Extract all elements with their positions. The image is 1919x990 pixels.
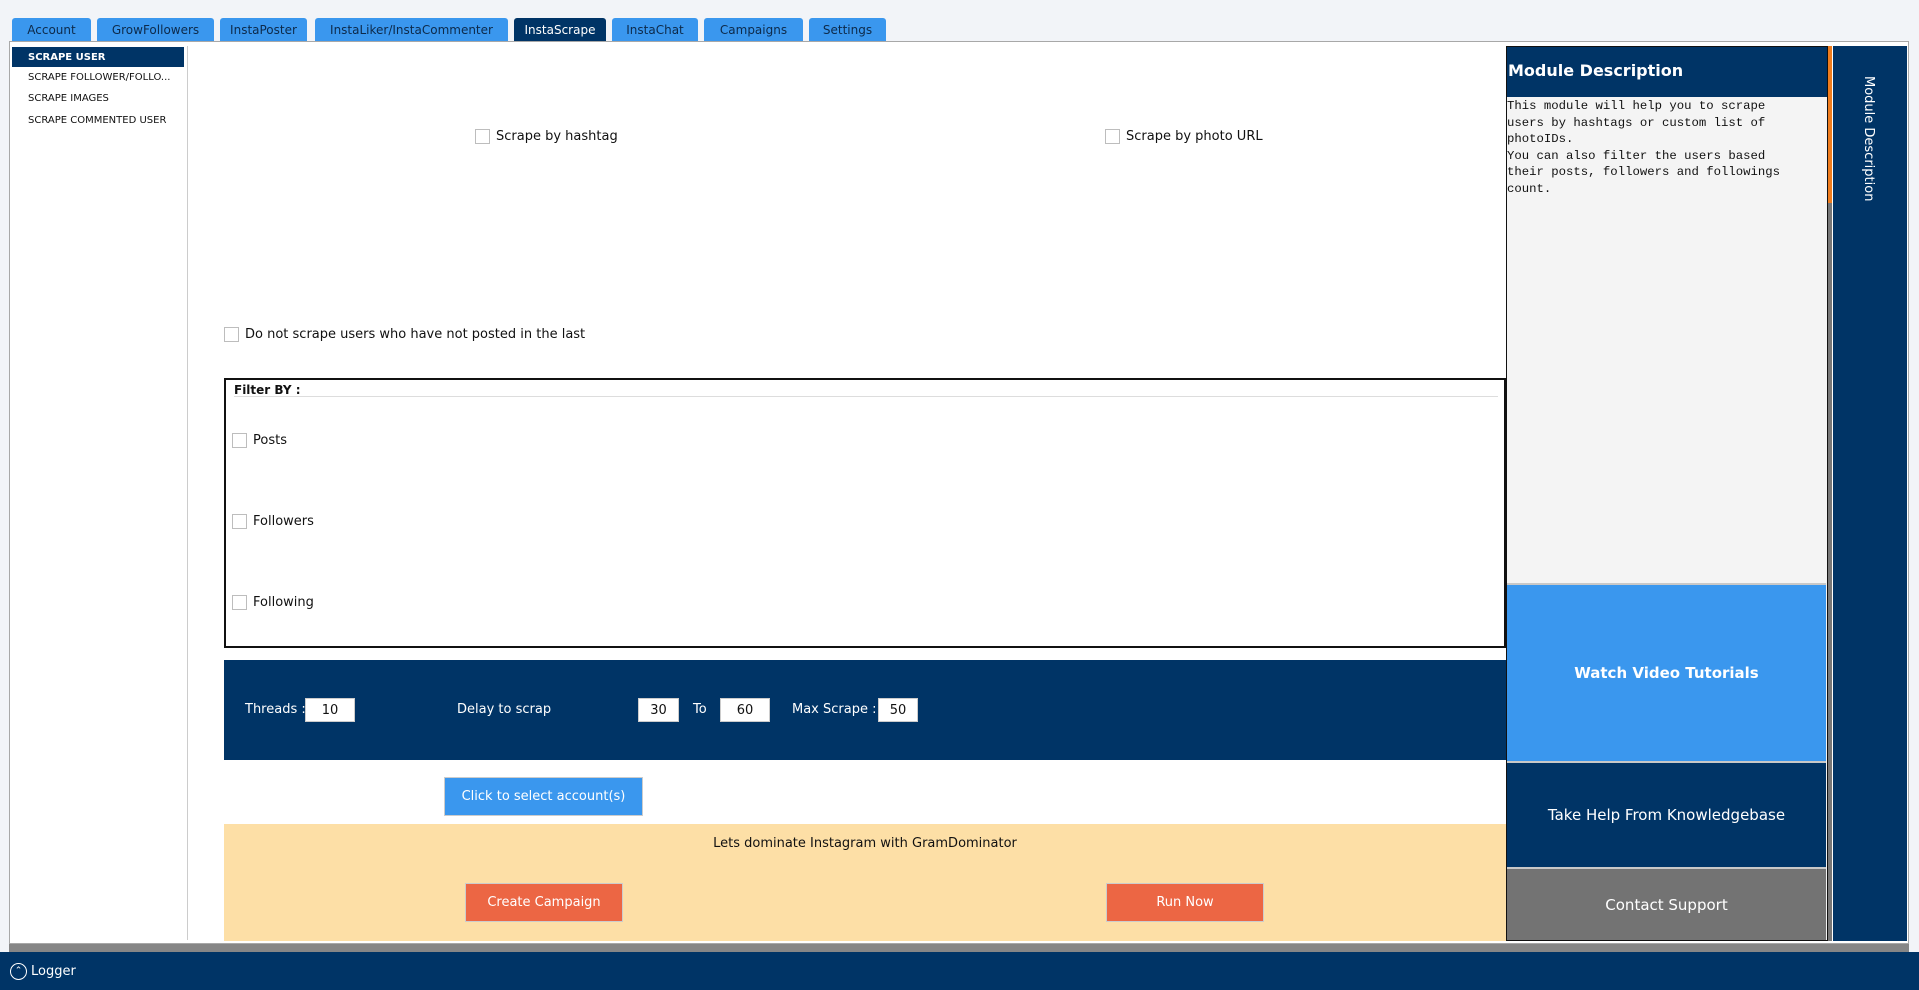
filter-group: Filter BY : Posts Followers Following	[224, 378, 1506, 648]
not-posted-checkbox[interactable]: Do not scrape users who have not posted …	[224, 327, 585, 342]
sidebar-item-scrape-user[interactable]: SCRAPE USER	[12, 47, 184, 67]
splitter[interactable]	[9, 944, 1909, 952]
select-accounts-button[interactable]: Click to select account(s)	[444, 777, 643, 816]
tab-instaposter[interactable]: InstaPoster	[220, 18, 307, 41]
max-scrape-input[interactable]: 50	[878, 698, 918, 722]
tab-instachat[interactable]: InstaChat	[612, 18, 698, 41]
watch-video-tutorials-button[interactable]: Watch Video Tutorials	[1507, 583, 1826, 761]
module-description-vertical-tab[interactable]: Module Description	[1833, 46, 1907, 941]
checkbox-box[interactable]	[224, 327, 239, 342]
max-scrape-label: Max Scrape :	[792, 702, 877, 717]
threads-input[interactable]: 10	[305, 698, 355, 722]
create-campaign-button[interactable]: Create Campaign	[465, 883, 623, 922]
promo-text: Lets dominate Instagram with GramDominat…	[713, 836, 1017, 851]
to-label: To	[693, 702, 707, 717]
module-description-text: This module will help you to scrape user…	[1507, 99, 1781, 196]
checkbox-label: Posts	[253, 433, 287, 448]
checkbox-label: Following	[253, 595, 314, 610]
threads-label: Threads :	[245, 702, 306, 717]
scrape-by-hashtag-checkbox[interactable]: Scrape by hashtag	[475, 129, 618, 144]
module-description-title: Module Description	[1507, 47, 1827, 97]
checkbox-box[interactable]	[232, 595, 247, 610]
filter-followers-checkbox[interactable]: Followers	[232, 514, 314, 529]
contact-support-button[interactable]: Contact Support	[1507, 867, 1826, 940]
tab-account[interactable]: Account	[12, 18, 91, 41]
checkbox-label: Followers	[253, 514, 314, 529]
checkbox-box[interactable]	[232, 433, 247, 448]
delay-from-input[interactable]: 30	[638, 698, 679, 722]
checkbox-box[interactable]	[475, 129, 490, 144]
logger-label: Logger	[31, 963, 76, 979]
checkbox-label: Scrape by photo URL	[1126, 129, 1263, 144]
checkbox-box[interactable]	[1105, 129, 1120, 144]
tab-instaliker[interactable]: InstaLiker/InstaCommenter	[315, 18, 508, 41]
filter-title: Filter BY :	[234, 383, 1498, 397]
sidebar-divider	[187, 46, 188, 940]
scrollbar-track[interactable]	[1828, 203, 1832, 941]
checkbox-label: Do not scrape users who have not posted …	[245, 327, 586, 342]
checkbox-label: Scrape by hashtag	[496, 129, 618, 144]
filter-posts-checkbox[interactable]: Posts	[232, 433, 287, 448]
scrollbar-thumb[interactable]	[1828, 46, 1832, 203]
scrape-by-photo-url-checkbox[interactable]: Scrape by photo URL	[1105, 129, 1263, 144]
delay-label: Delay to scrap	[457, 702, 552, 717]
sidebar-item-scrape-images[interactable]: SCRAPE IMAGES	[12, 88, 184, 108]
tab-instascrape[interactable]: InstaScrape	[514, 18, 606, 41]
tab-settings[interactable]: Settings	[809, 18, 886, 41]
knowledgebase-button[interactable]: Take Help From Knowledgebase	[1507, 761, 1826, 867]
logger-bar[interactable]: ⌃ Logger	[0, 952, 1919, 990]
checkbox-box[interactable]	[232, 514, 247, 529]
chevron-up-icon[interactable]: ⌃	[10, 962, 27, 980]
run-now-button[interactable]: Run Now	[1106, 883, 1264, 922]
filter-following-checkbox[interactable]: Following	[232, 595, 314, 610]
vertical-tab-label: Module Description	[1861, 76, 1876, 202]
tab-campaigns[interactable]: Campaigns	[704, 18, 803, 41]
sidebar-item-scrape-commented[interactable]: SCRAPE COMMENTED USER	[12, 110, 184, 130]
sidebar-item-scrape-follower[interactable]: SCRAPE FOLLOWER/FOLLO...	[12, 67, 184, 87]
tab-growfollowers[interactable]: GrowFollowers	[97, 18, 214, 41]
delay-to-input[interactable]: 60	[720, 698, 770, 722]
